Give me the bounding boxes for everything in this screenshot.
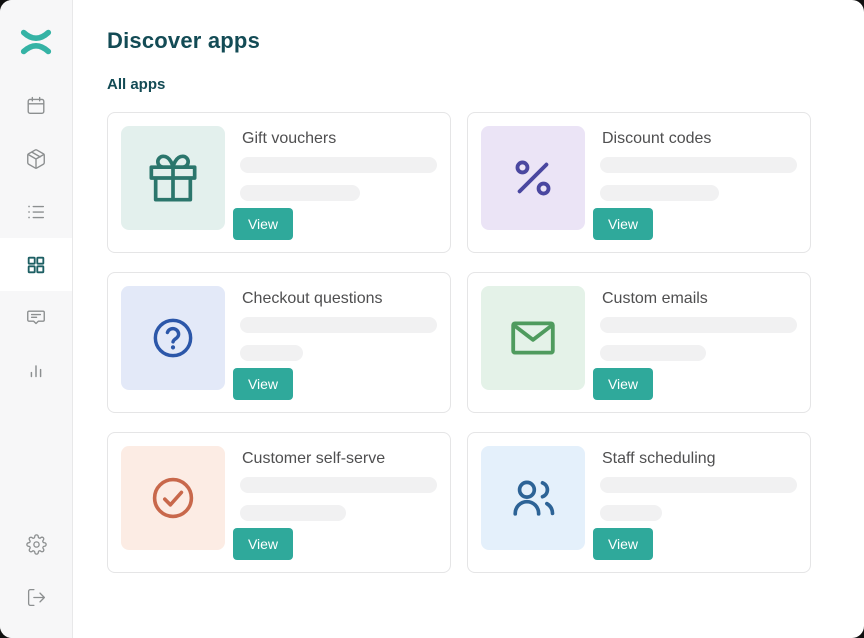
placeholder-bar xyxy=(600,505,662,521)
main-content: Discover apps All apps Gift vouchers xyxy=(73,0,864,638)
logout-icon xyxy=(26,587,47,608)
placeholder-bar xyxy=(240,317,437,333)
gift-icon xyxy=(147,152,199,204)
check-circle-icon xyxy=(149,474,197,522)
section-heading: All apps xyxy=(107,76,811,93)
sidebar-item-logout[interactable] xyxy=(0,571,72,624)
app-card-discount-codes: Discount codes View xyxy=(467,112,811,253)
placeholder-bar xyxy=(600,185,719,201)
sidebar-nav xyxy=(0,79,72,397)
sidebar-item-calendar[interactable] xyxy=(0,79,72,132)
view-button[interactable]: View xyxy=(593,208,653,240)
app-icon-tile xyxy=(481,126,585,230)
app-title: Gift vouchers xyxy=(242,129,437,148)
app-card-staff-scheduling: Staff scheduling View xyxy=(467,432,811,573)
settings-icon xyxy=(26,534,47,555)
calendar-icon xyxy=(25,95,47,117)
brand-x-logo-icon[interactable] xyxy=(0,24,72,60)
app-card-custom-emails: Custom emails View xyxy=(467,272,811,413)
mail-icon xyxy=(506,311,560,365)
placeholder-bar xyxy=(600,345,706,361)
list-icon xyxy=(25,201,47,223)
chat-icon xyxy=(25,307,47,329)
placeholder-bar xyxy=(600,157,797,173)
sidebar-item-packages[interactable] xyxy=(0,132,72,185)
app-card-customer-self-serve: Customer self-serve View xyxy=(107,432,451,573)
app-title: Staff scheduling xyxy=(602,449,797,468)
sidebar xyxy=(0,0,73,638)
app-icon-tile xyxy=(121,126,225,230)
view-button[interactable]: View xyxy=(233,528,293,560)
sidebar-item-list[interactable] xyxy=(0,185,72,238)
percent-icon xyxy=(510,155,556,201)
app-icon-tile xyxy=(121,286,225,390)
placeholder-bar xyxy=(240,185,360,201)
page-title: Discover apps xyxy=(107,28,811,54)
app-title: Discount codes xyxy=(602,129,797,148)
sidebar-item-settings[interactable] xyxy=(0,518,72,571)
package-icon xyxy=(25,148,47,170)
placeholder-bar xyxy=(600,477,797,493)
app-icon-tile xyxy=(481,286,585,390)
placeholder-bar xyxy=(600,317,797,333)
sidebar-item-reports[interactable] xyxy=(0,344,72,397)
app-title: Checkout questions xyxy=(242,289,437,308)
placeholder-bar xyxy=(240,505,346,521)
sidebar-item-messages[interactable] xyxy=(0,291,72,344)
app-title: Customer self-serve xyxy=(242,449,437,468)
app-card-checkout-questions: Checkout questions View xyxy=(107,272,451,413)
app-title: Custom emails xyxy=(602,289,797,308)
app-icon-tile xyxy=(481,446,585,550)
app-icon-tile xyxy=(121,446,225,550)
placeholder-bar xyxy=(240,157,437,173)
bar-chart-icon xyxy=(25,360,47,382)
view-button[interactable]: View xyxy=(593,368,653,400)
view-button[interactable]: View xyxy=(593,528,653,560)
placeholder-bar xyxy=(240,477,437,493)
view-button[interactable]: View xyxy=(233,208,293,240)
question-circle-icon xyxy=(150,315,196,361)
sidebar-spacer xyxy=(0,397,72,518)
sidebar-item-apps[interactable] xyxy=(0,238,72,291)
placeholder-bar xyxy=(240,345,303,361)
users-icon xyxy=(507,472,559,524)
app-window: Discover apps All apps Gift vouchers xyxy=(0,0,864,638)
apps-grid-icon xyxy=(25,254,47,276)
view-button[interactable]: View xyxy=(233,368,293,400)
sidebar-footer-nav xyxy=(0,518,72,624)
apps-grid: Gift vouchers View Discount codes xyxy=(107,112,811,573)
app-card-gift-vouchers: Gift vouchers View xyxy=(107,112,451,253)
